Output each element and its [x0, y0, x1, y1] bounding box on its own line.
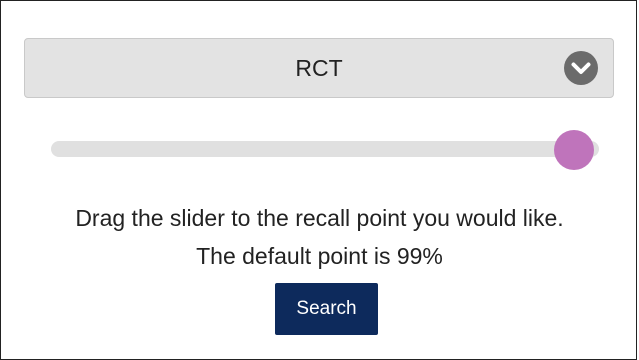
slider-track[interactable]: [51, 141, 599, 157]
recall-panel: RCT Drag the slider to the recall point …: [0, 0, 637, 360]
recall-slider[interactable]: [51, 130, 599, 170]
dropdown-selected-value: RCT: [295, 54, 343, 81]
instruction-text: Drag the slider to the recall point you …: [75, 205, 564, 231]
chevron-down-circle-icon[interactable]: [564, 51, 598, 85]
slider-thumb[interactable]: [553, 130, 594, 170]
default-point-text: The default point is 99%: [196, 243, 443, 269]
study-type-dropdown[interactable]: RCT: [24, 38, 614, 98]
search-button[interactable]: Search: [275, 283, 378, 335]
